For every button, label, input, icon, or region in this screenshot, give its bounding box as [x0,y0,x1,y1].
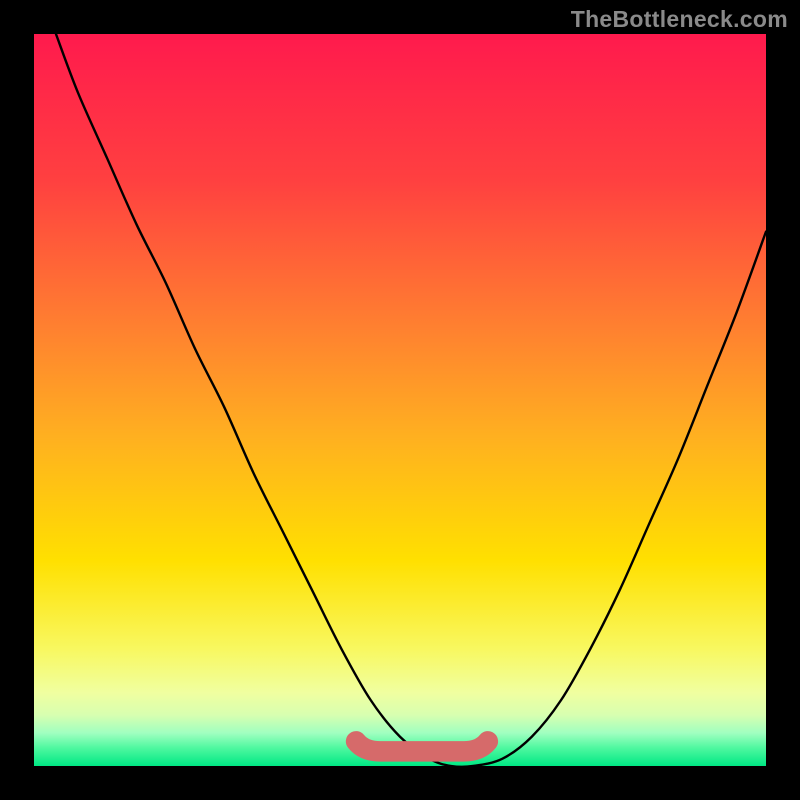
plot-area [34,34,766,766]
gradient-background [34,34,766,766]
bottleneck-chart [34,34,766,766]
accent-trough-band [356,741,488,751]
chart-frame: TheBottleneck.com [0,0,800,800]
watermark-text: TheBottleneck.com [571,6,788,33]
